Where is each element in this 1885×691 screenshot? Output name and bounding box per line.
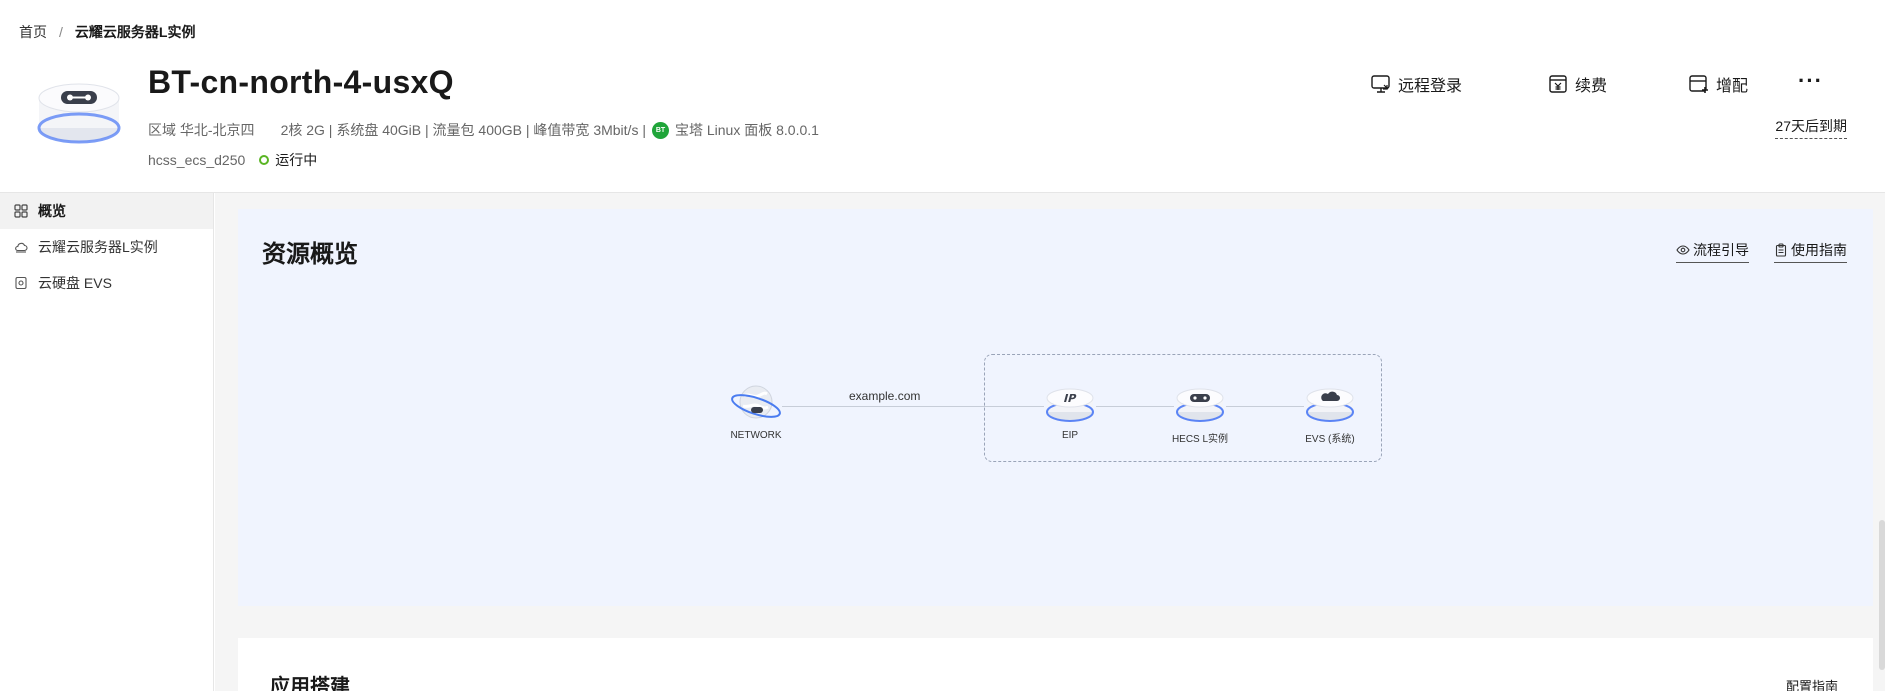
eye-icon [1676, 245, 1690, 255]
renew-label: 续费 [1575, 78, 1608, 95]
sidebar: 概览 云耀云服务器L实例 云硬盘 EVS [0, 193, 214, 691]
more-actions-button[interactable]: ··· [1798, 68, 1823, 94]
upgrade-button[interactable]: 增配 [1688, 72, 1748, 96]
instance-region: 区域 华北-北京四 [148, 122, 255, 138]
sidebar-item-overview[interactable]: 概览 [0, 193, 213, 229]
node-eip[interactable]: IP EIP [1040, 380, 1100, 441]
instance-flavor: hcss_ecs_d250 [148, 152, 246, 168]
flow-guide-label: 流程引导 [1693, 242, 1749, 258]
upgrade-icon [1689, 75, 1708, 93]
app-build-card [238, 638, 1873, 691]
instance-image: 宝塔 Linux 面板 8.0.0.1 [674, 122, 819, 138]
clipboard-icon [1775, 243, 1787, 257]
breadcrumb-home[interactable]: 首页 [19, 22, 47, 42]
sidebar-item-label: 概览 [38, 203, 66, 219]
usage-guide-label: 使用指南 [1791, 242, 1847, 258]
breadcrumb: 首页 / 云耀云服务器L实例 [19, 22, 195, 42]
server-product-icon [37, 83, 121, 144]
renew-button[interactable]: 续费 [1547, 72, 1607, 96]
breadcrumb-current: 云耀云服务器L实例 [74, 24, 196, 40]
node-network[interactable]: NETWORK [726, 380, 786, 441]
node-evs[interactable]: EVS (系统) [1300, 380, 1360, 445]
node-hecs[interactable]: HECS L实例 [1170, 380, 1230, 445]
node-label: HECS L实例 [1171, 434, 1229, 445]
resource-overview-title: 资源概览 [262, 241, 358, 268]
bt-panel-icon: BT [651, 121, 669, 139]
sidebar-item-evs[interactable]: 云硬盘 EVS [0, 265, 213, 301]
hecs-evs-link [1226, 406, 1304, 407]
renew-yuan-icon [1549, 75, 1567, 93]
grid-icon [14, 204, 28, 218]
globe-icon [731, 385, 781, 419]
sidebar-item-label: 云耀云服务器L实例 [38, 239, 158, 255]
scrollbar-thumb[interactable] [1879, 520, 1885, 670]
disk-icon [15, 276, 27, 290]
hecs-server-icon [1176, 388, 1224, 422]
status-dot-icon [259, 155, 270, 165]
instance-detail-page: 首页 / 云耀云服务器L实例 BT-cn-north-4-usxQ 区域 华北-… [0, 0, 1885, 691]
topology-diagram: example.com NETWORK IP EIP HECS L实例 EVS … [720, 350, 1400, 470]
instance-specs: 2核 2G | 系统盘 40GiB | 流量包 400GB | 峰值带宽 3Mb… [280, 122, 646, 138]
eip-icon: IP [1046, 388, 1094, 422]
instance-meta: 区域 华北-北京四 2核 2G | 系统盘 40GiB | 流量包 400GB … [148, 120, 819, 140]
flow-guide-link[interactable]: 流程引导 [1676, 240, 1749, 263]
app-build-title: 应用搭建 [270, 676, 350, 691]
upgrade-label: 增配 [1716, 78, 1749, 95]
breadcrumb-separator: / [59, 24, 63, 40]
network-eip-link [782, 406, 1044, 407]
node-label: NETWORK [730, 430, 782, 441]
instance-name: BT-cn-north-4-usxQ [148, 64, 454, 100]
node-label: EVS (系统) [1305, 434, 1355, 445]
remote-login-button[interactable]: 远程登录 [1370, 72, 1462, 96]
expire-countdown[interactable]: 27天后到期 [1775, 116, 1847, 139]
monitor-icon [1371, 75, 1390, 93]
evs-cloud-disk-icon [1306, 388, 1354, 422]
usage-guide-link[interactable]: 使用指南 [1774, 240, 1847, 263]
domain-label: example.com [849, 389, 921, 403]
instance-status: 运行中 [275, 152, 318, 168]
config-guide-link[interactable]: 配置指南 [1786, 676, 1838, 691]
sidebar-item-hecs[interactable]: 云耀云服务器L实例 [0, 229, 213, 265]
node-label: EIP [1061, 430, 1079, 441]
remote-login-label: 远程登录 [1398, 78, 1463, 95]
sidebar-item-label: 云硬盘 EVS [38, 275, 112, 291]
cloud-icon [15, 242, 28, 253]
instance-meta-2: hcss_ecs_d250 运行中 [148, 150, 317, 170]
eip-hecs-link [1096, 406, 1174, 407]
